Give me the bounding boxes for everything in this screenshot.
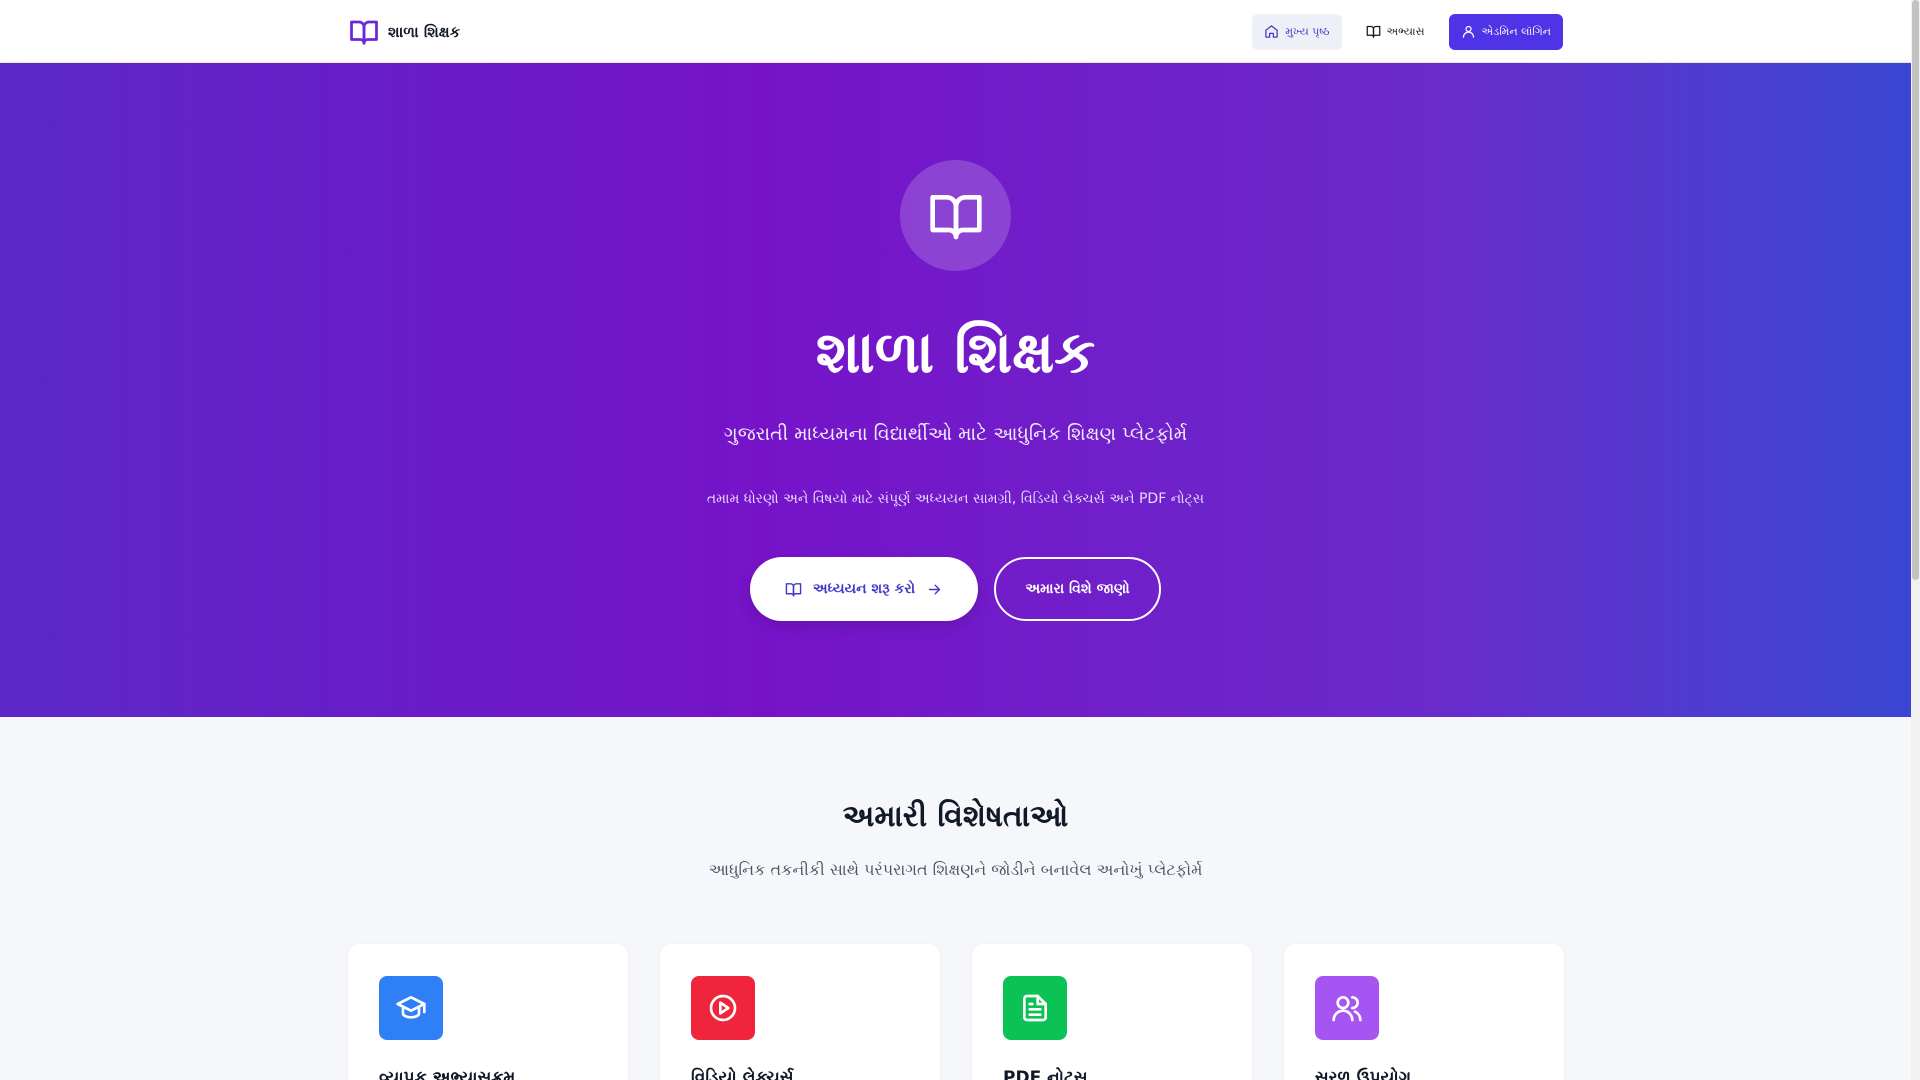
home-icon bbox=[1264, 24, 1279, 39]
admin-login-button[interactable]: એડમિન લૉગિન bbox=[1448, 13, 1563, 50]
book-icon bbox=[784, 581, 803, 598]
nav-study-link[interactable]: અભ્યાસ bbox=[1354, 14, 1437, 50]
page-scrollbar[interactable] bbox=[1911, 0, 1920, 1080]
hero-section: શાળા શિક્ષક ગુજરાતી માધ્યમના વિદ્યાર્થીઓ… bbox=[0, 63, 1911, 717]
feature-card-title: PDF નોટ્સ bbox=[1003, 1068, 1088, 1080]
users-icon bbox=[1315, 976, 1379, 1040]
user-icon bbox=[1461, 24, 1476, 39]
arrow-right-icon bbox=[925, 581, 944, 598]
feature-card-title: વિડિયો લેક્ચર્સ bbox=[691, 1068, 794, 1080]
feature-card: PDF નોટ્સ bbox=[972, 944, 1252, 1080]
open-book-icon bbox=[929, 194, 982, 239]
start-study-button[interactable]: અધ્યયન શરૂ કરો bbox=[750, 557, 978, 621]
hero-title: શાળા શિક્ષક bbox=[815, 318, 1096, 386]
feature-cards: વ્યાપક અભ્યાસક્રમ વિડિયો લેક્ચર્સ PDF નો… bbox=[348, 944, 1564, 1080]
document-icon bbox=[1003, 976, 1067, 1040]
scrollbar-thumb[interactable] bbox=[1912, 0, 1919, 580]
nav-home-label: મુખ્ય પૃષ્ઠ bbox=[1285, 24, 1330, 38]
brand-name: શાળા શિક્ષક bbox=[388, 22, 461, 41]
open-book-icon bbox=[348, 17, 380, 47]
feature-card-title: વ્યાપક અભ્યાસક્રમ bbox=[379, 1068, 516, 1080]
feature-card: વિડિયો લેક્ચર્સ bbox=[660, 944, 940, 1080]
hero-icon-badge bbox=[900, 160, 1011, 271]
features-subtitle: આધુનિક તકનીકી સાથે પરંપરાગત શિક્ષણને જોડ… bbox=[708, 860, 1203, 879]
play-circle-icon bbox=[691, 976, 755, 1040]
hero-subtitle: ગુજરાતી માધ્યમના વિદ્યાર્થીઓ માટે આધુનિક… bbox=[723, 423, 1188, 445]
graduation-cap-icon bbox=[379, 976, 443, 1040]
feature-card-title: સરળ ઉપયોગ bbox=[1315, 1068, 1412, 1080]
about-us-label: અમારા વિશે જાણો bbox=[1025, 581, 1130, 597]
top-navbar: શાળા શિક્ષક મુખ્ય પૃષ્ઠ અભ્યાસ એડમિન લૉગ… bbox=[0, 0, 1911, 63]
nav-links: મુખ્ય પૃષ્ઠ અભ્યાસ એડમિન લૉગિન bbox=[1252, 13, 1563, 50]
hero-description: તમામ ધોરણો અને વિષયો માટે સંપૂર્ણ અધ્યયન… bbox=[706, 491, 1205, 507]
about-us-button[interactable]: અમારા વિશે જાણો bbox=[994, 557, 1161, 621]
feature-card: સરળ ઉપયોગ bbox=[1284, 944, 1564, 1080]
book-icon bbox=[1366, 24, 1381, 39]
features-section: અમારી વિશેષતાઓ આધુનિક તકનીકી સાથે પરંપરા… bbox=[0, 717, 1911, 1080]
start-study-label: અધ્યયન શરૂ કરો bbox=[812, 581, 916, 597]
features-title: અમારી વિશેષતાઓ bbox=[842, 799, 1069, 834]
brand-logo-link[interactable]: શાળા શિક્ષક bbox=[348, 17, 460, 47]
navbar-container: શાળા શિક્ષક મુખ્ય પૃષ્ઠ અભ્યાસ એડમિન લૉગ… bbox=[348, 0, 1563, 63]
admin-login-label: એડમિન લૉગિન bbox=[1481, 24, 1551, 38]
nav-home-link[interactable]: મુખ્ય પૃષ્ઠ bbox=[1252, 13, 1342, 50]
nav-study-label: અભ્યાસ bbox=[1386, 24, 1425, 38]
feature-card: વ્યાપક અભ્યાસક્રમ bbox=[348, 944, 628, 1080]
hero-buttons: અધ્યયન શરૂ કરો અમારા વિશે જાણો bbox=[750, 557, 1161, 621]
